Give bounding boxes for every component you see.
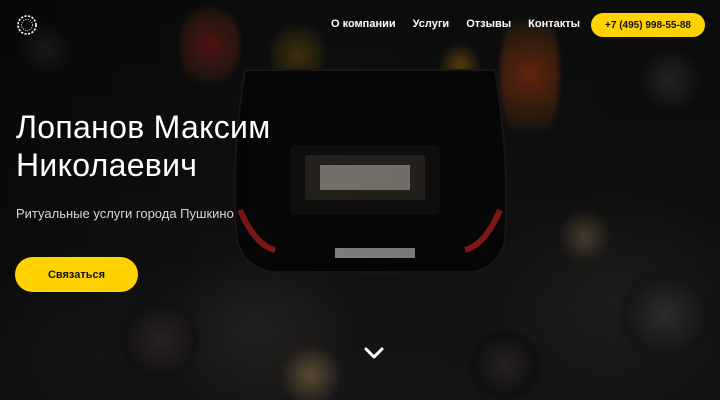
- nav-item-about[interactable]: О компании: [331, 18, 396, 30]
- title-line-2: Николаевич: [16, 147, 198, 183]
- site-header: О компании Услуги Отзывы Контакты +7 (49…: [0, 0, 720, 50]
- main-nav: О компании Услуги Отзывы Контакты: [331, 18, 580, 30]
- hero-section: Лопанов Максим Николаевич: [16, 108, 271, 184]
- contact-button[interactable]: Связаться: [15, 257, 138, 292]
- nav-item-services[interactable]: Услуги: [413, 18, 450, 30]
- phone-button[interactable]: +7 (495) 998-55-88: [591, 13, 705, 37]
- title-line-1: Лопанов Максим: [16, 109, 271, 145]
- nav-item-contacts[interactable]: Контакты: [528, 18, 580, 30]
- nav-item-reviews[interactable]: Отзывы: [466, 18, 511, 30]
- page-title: Лопанов Максим Николаевич: [16, 108, 271, 184]
- chevron-down-icon[interactable]: [363, 346, 385, 360]
- hero-background-photo: [0, 0, 720, 400]
- hero-subtitle: Ритуальные услуги города Пушкино: [16, 206, 234, 221]
- wreath-icon[interactable]: [16, 14, 38, 36]
